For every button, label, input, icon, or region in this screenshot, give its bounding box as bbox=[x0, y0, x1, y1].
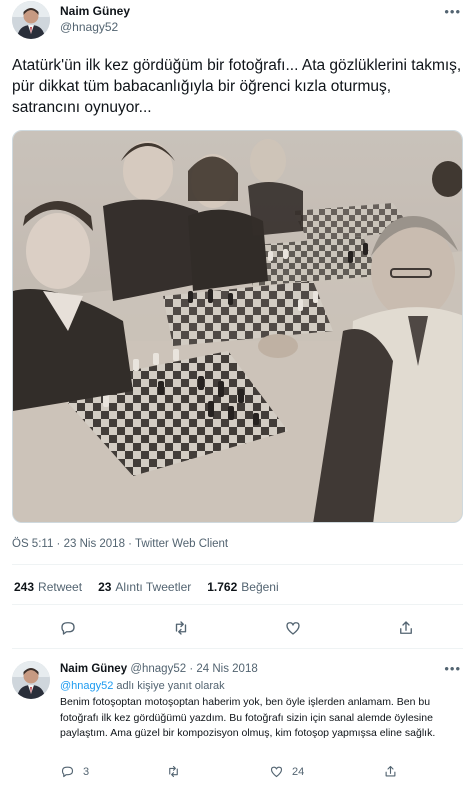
like-icon bbox=[270, 766, 283, 778]
tweet-text: Atatürk'ün ilk kez gördüğüm bir fotoğraf… bbox=[12, 57, 462, 116]
retweet-icon bbox=[169, 765, 178, 778]
tweet-photo[interactable] bbox=[12, 130, 463, 523]
reply-header: Naim Güney @hnagy52 · 24 Nis 2018 bbox=[60, 661, 258, 677]
reply-to-mention[interactable]: @hnagy52 bbox=[60, 680, 113, 692]
more-icon[interactable]: ••• bbox=[444, 661, 461, 676]
meta-separator: · bbox=[56, 538, 61, 550]
avatar[interactable] bbox=[12, 1, 50, 39]
reply-to-suffix: adlı kişiye yanıt olarak bbox=[113, 680, 225, 692]
retweets-label: Retweet bbox=[38, 580, 83, 594]
reply-reply-count: 3 bbox=[83, 765, 90, 778]
quotes-stat[interactable]: 23 Alıntı Tweetler bbox=[98, 580, 191, 594]
meta-separator: · bbox=[128, 538, 133, 550]
reply-author-name[interactable]: Naim Güney bbox=[60, 663, 127, 675]
share-icon bbox=[385, 765, 396, 777]
author-name[interactable]: Naim Güney bbox=[60, 3, 130, 19]
likes-label: Beğeni bbox=[241, 580, 279, 594]
replying-to: @hnagy52 adlı kişiye yanıt olarak bbox=[60, 678, 225, 694]
reply-like-button[interactable]: 24 bbox=[269, 764, 304, 779]
tweet-meta: ÖS 5:11 · 23 Nis 2018 · Twitter Web Clie… bbox=[12, 538, 228, 550]
avatar[interactable] bbox=[12, 661, 50, 699]
reply-author-handle[interactable]: @hnagy52 bbox=[130, 663, 186, 675]
retweets-count: 243 bbox=[14, 580, 35, 594]
like-icon[interactable] bbox=[281, 616, 305, 640]
tweet-actions bbox=[12, 616, 463, 640]
reply-date[interactable]: 24 Nis 2018 bbox=[196, 663, 257, 675]
reply-icon bbox=[61, 766, 74, 778]
tweet-stats: 243 Retweet 23 Alıntı Tweetler 1.762 Beğeni bbox=[14, 580, 279, 594]
tweet-date[interactable]: 23 Nis 2018 bbox=[64, 538, 125, 550]
reply-text: Benim fotoşoptan motoşoptan haberim yok,… bbox=[60, 696, 436, 739]
reply-icon[interactable] bbox=[56, 616, 80, 640]
likes-stat[interactable]: 1.762 Beğeni bbox=[207, 580, 278, 594]
reply-like-count: 24 bbox=[292, 765, 305, 778]
reply-separator: · bbox=[189, 663, 194, 675]
more-icon[interactable]: ••• bbox=[444, 4, 461, 19]
quotes-count: 23 bbox=[98, 580, 112, 594]
author-handle[interactable]: @hnagy52 bbox=[60, 19, 130, 35]
likes-count: 1.762 bbox=[207, 580, 238, 594]
reply-actions: 3 24 bbox=[60, 764, 460, 784]
tweet-time[interactable]: ÖS 5:11 bbox=[12, 538, 53, 550]
share-icon[interactable] bbox=[394, 616, 418, 640]
retweets-stat[interactable]: 243 Retweet bbox=[14, 580, 82, 594]
retweet-icon[interactable] bbox=[169, 616, 193, 640]
tweet-client[interactable]: Twitter Web Client bbox=[135, 538, 228, 550]
reply-share-button[interactable] bbox=[383, 764, 398, 779]
divider bbox=[12, 604, 463, 605]
tweet-header: Naim Güney @hnagy52 ••• bbox=[12, 0, 463, 42]
divider bbox=[12, 648, 463, 649]
divider bbox=[12, 564, 463, 565]
quotes-label: Alıntı Tweetler bbox=[115, 580, 192, 594]
reply-retweet-button[interactable] bbox=[166, 764, 181, 779]
reply-reply-button[interactable]: 3 bbox=[60, 764, 89, 779]
